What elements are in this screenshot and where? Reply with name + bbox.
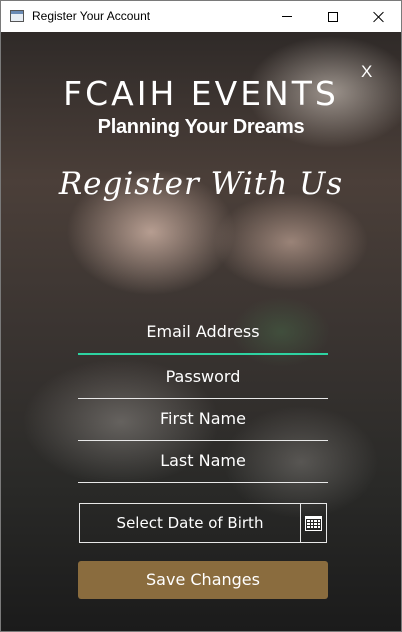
first-name-field[interactable]: First Name <box>78 407 328 441</box>
date-of-birth-field[interactable]: Select Date of Birth <box>80 504 301 542</box>
brand-title: FCAIH EVENTS <box>63 74 339 113</box>
maximize-icon <box>328 11 338 22</box>
close-icon <box>373 11 385 23</box>
app-window-icon <box>10 10 24 22</box>
title-bar[interactable]: Register Your Account <box>1 1 401 32</box>
minimize-button[interactable] <box>264 1 310 32</box>
background-photo-panel: X FCAIH EVENTS Planning Your Dreams Regi… <box>1 32 401 631</box>
maximize-button[interactable] <box>310 1 356 32</box>
register-window: Register Your Account X FCAIH EVENTS Pla… <box>0 0 402 632</box>
calendar-icon <box>305 515 322 531</box>
minimize-icon <box>282 16 292 17</box>
save-changes-button[interactable]: Save Changes <box>78 561 328 599</box>
close-window-button[interactable] <box>356 1 401 32</box>
date-of-birth-picker[interactable]: Select Date of Birth <box>79 503 327 543</box>
window-title: Register Your Account <box>32 9 151 23</box>
script-heading: Register With Us <box>58 166 344 202</box>
last-name-field[interactable]: Last Name <box>78 449 328 483</box>
calendar-button[interactable] <box>301 504 326 542</box>
email-field[interactable]: Email Address <box>78 320 328 355</box>
password-field[interactable]: Password <box>78 365 328 399</box>
tagline: Planning Your Dreams <box>97 116 305 138</box>
